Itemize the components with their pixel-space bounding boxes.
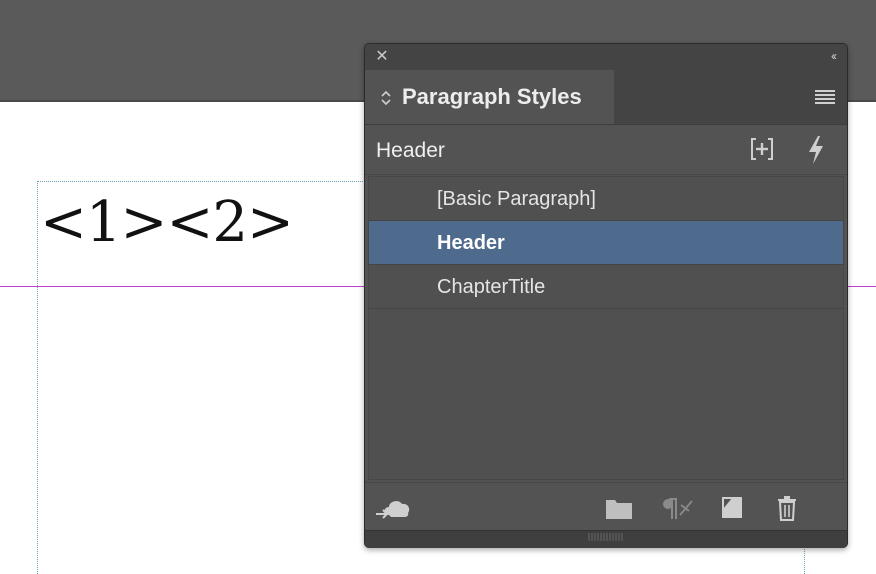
panel-menu-icon[interactable] bbox=[815, 90, 835, 104]
current-style-label: Header bbox=[376, 139, 445, 162]
collapse-panel-icon[interactable]: ‹‹ bbox=[831, 48, 837, 64]
style-item-chaptertitle[interactable]: ChapterTitle bbox=[369, 265, 843, 309]
tab-title: Paragraph Styles bbox=[402, 84, 582, 109]
panel-resize-strip[interactable] bbox=[365, 530, 847, 548]
cloud-library-icon[interactable] bbox=[375, 495, 415, 521]
trash-icon[interactable] bbox=[775, 495, 799, 521]
lightning-icon[interactable] bbox=[805, 135, 827, 165]
current-style-row: Header bbox=[365, 125, 847, 175]
panel-bottom-bar bbox=[365, 482, 847, 530]
document-text[interactable]: <1><2> bbox=[40, 190, 294, 256]
tab-expand-icon[interactable] bbox=[379, 88, 393, 108]
clear-overrides-icon[interactable] bbox=[659, 495, 695, 521]
paragraph-styles-panel: ✕ ‹‹ Paragraph Styles Header [Basic Para… bbox=[364, 43, 848, 548]
style-item-basic-paragraph[interactable]: [Basic Paragraph] bbox=[369, 177, 843, 221]
style-item-label: Header bbox=[437, 232, 505, 254]
tab-paragraph-styles[interactable]: Paragraph Styles bbox=[365, 70, 614, 124]
new-style-icon[interactable] bbox=[720, 495, 744, 521]
close-icon[interactable]: ✕ bbox=[374, 49, 390, 65]
style-item-label: ChapterTitle bbox=[437, 276, 546, 298]
resize-grip-icon[interactable] bbox=[587, 532, 625, 542]
style-item-header[interactable]: Header bbox=[369, 221, 843, 265]
panel-tab-row: Paragraph Styles bbox=[365, 70, 847, 124]
style-list: [Basic Paragraph] Header ChapterTitle bbox=[368, 176, 844, 480]
folder-icon[interactable] bbox=[605, 495, 633, 521]
create-style-group-icon[interactable] bbox=[749, 136, 775, 162]
panel-titlebar[interactable]: ✕ ‹‹ bbox=[365, 44, 847, 70]
style-item-label: [Basic Paragraph] bbox=[437, 188, 596, 210]
